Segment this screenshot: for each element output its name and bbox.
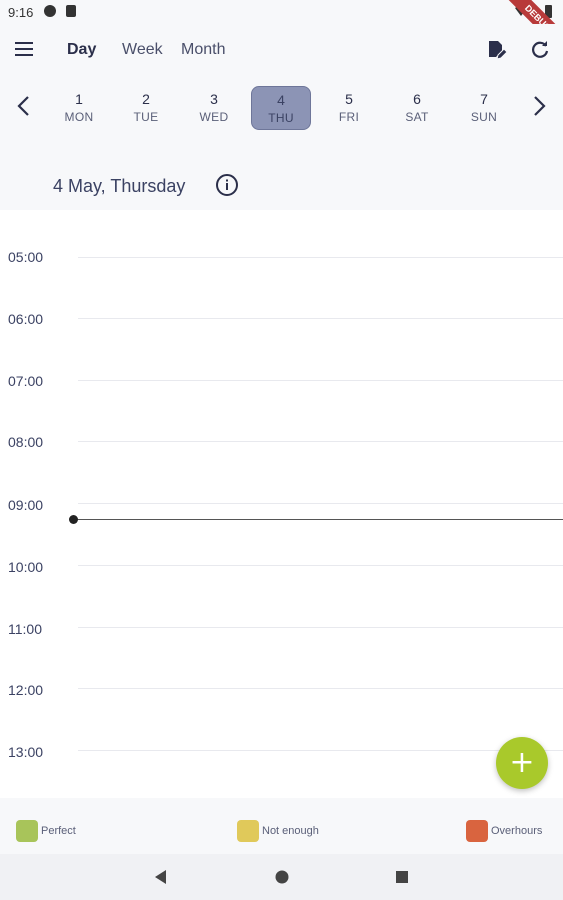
day-number: 3 xyxy=(210,91,218,107)
hour-label: 10:00 xyxy=(8,559,44,575)
legend-label: Overhours xyxy=(491,825,543,837)
hour-line xyxy=(78,318,563,319)
day-sun[interactable]: 7 SUN xyxy=(454,86,514,130)
day-number: 2 xyxy=(142,91,150,107)
hour-line xyxy=(78,565,563,566)
hour-label: 06:00 xyxy=(8,311,44,327)
hour-label: 12:00 xyxy=(8,682,44,698)
home-icon[interactable] xyxy=(273,868,291,886)
day-label: WED xyxy=(199,110,229,124)
tab-month[interactable]: Month xyxy=(181,41,225,59)
day-number: 1 xyxy=(75,91,83,107)
hour-line xyxy=(78,257,563,258)
status-sync-icon xyxy=(44,5,56,17)
hour-label: 09:00 xyxy=(8,497,44,513)
day-timeline[interactable]: 05:00 06:00 07:00 08:00 09:00 10:00 11:0… xyxy=(0,210,563,798)
app-bar: Day Week Month xyxy=(0,24,563,76)
week-strip: 1 MON 2 TUE 3 WED 4 THU 5 FRI 6 SAT 7 SU… xyxy=(0,76,563,140)
day-thu[interactable]: 4 THU xyxy=(251,86,311,130)
hour-line xyxy=(78,627,563,628)
day-label: FRI xyxy=(338,110,360,124)
hour-label: 13:00 xyxy=(8,744,44,760)
day-tue[interactable]: 2 TUE xyxy=(116,86,176,130)
hour-label: 11:00 xyxy=(8,621,42,637)
current-time-dot xyxy=(69,515,78,524)
legend-swatch xyxy=(16,820,38,842)
tab-day[interactable]: Day xyxy=(67,41,96,59)
day-number: 7 xyxy=(480,91,488,107)
status-time: 9:16 xyxy=(8,5,34,20)
day-label: THU xyxy=(268,111,294,125)
menu-icon[interactable] xyxy=(15,42,37,58)
chevron-right-icon[interactable] xyxy=(529,94,549,118)
legend-swatch xyxy=(237,820,259,842)
day-label: SUN xyxy=(470,110,498,124)
day-wed[interactable]: 3 WED xyxy=(184,86,244,130)
add-entry-button[interactable]: + xyxy=(496,737,548,789)
legend-label: Perfect xyxy=(41,825,76,837)
hour-line xyxy=(78,503,563,504)
hour-line xyxy=(78,380,563,381)
status-sim-icon xyxy=(66,5,76,17)
day-mon[interactable]: 1 MON xyxy=(49,86,109,130)
hour-line xyxy=(78,688,563,689)
legend-label: Not enough xyxy=(262,825,319,837)
tab-week[interactable]: Week xyxy=(122,41,163,59)
hour-label: 05:00 xyxy=(8,249,44,265)
hour-line xyxy=(78,750,563,751)
edit-document-icon[interactable] xyxy=(484,38,508,62)
day-number: 4 xyxy=(277,92,285,108)
day-fri[interactable]: 5 FRI xyxy=(319,86,379,130)
selected-date-title: 4 May, Thursday xyxy=(53,176,186,196)
chevron-left-icon[interactable] xyxy=(14,94,34,118)
hour-label: 08:00 xyxy=(8,434,44,450)
hour-line xyxy=(78,441,563,442)
legend: Perfect Not enough Overhours xyxy=(0,798,563,854)
day-label: MON xyxy=(64,110,94,124)
recents-icon[interactable] xyxy=(393,868,411,886)
info-icon[interactable] xyxy=(215,173,239,197)
plus-icon: + xyxy=(509,745,535,780)
current-time-line xyxy=(73,519,563,520)
legend-swatch xyxy=(466,820,488,842)
hour-label: 07:00 xyxy=(8,373,44,389)
day-number: 5 xyxy=(345,91,353,107)
day-number: 6 xyxy=(413,91,421,107)
day-sat[interactable]: 6 SAT xyxy=(387,86,447,130)
day-label: SAT xyxy=(405,110,429,124)
back-icon[interactable] xyxy=(152,868,170,886)
system-navigation-bar xyxy=(0,854,563,900)
day-label: TUE xyxy=(133,110,159,124)
refresh-icon[interactable] xyxy=(528,38,552,62)
date-header: 4 May, Thursday xyxy=(0,140,563,210)
status-bar: 9:16 DEBUG xyxy=(0,0,563,56)
